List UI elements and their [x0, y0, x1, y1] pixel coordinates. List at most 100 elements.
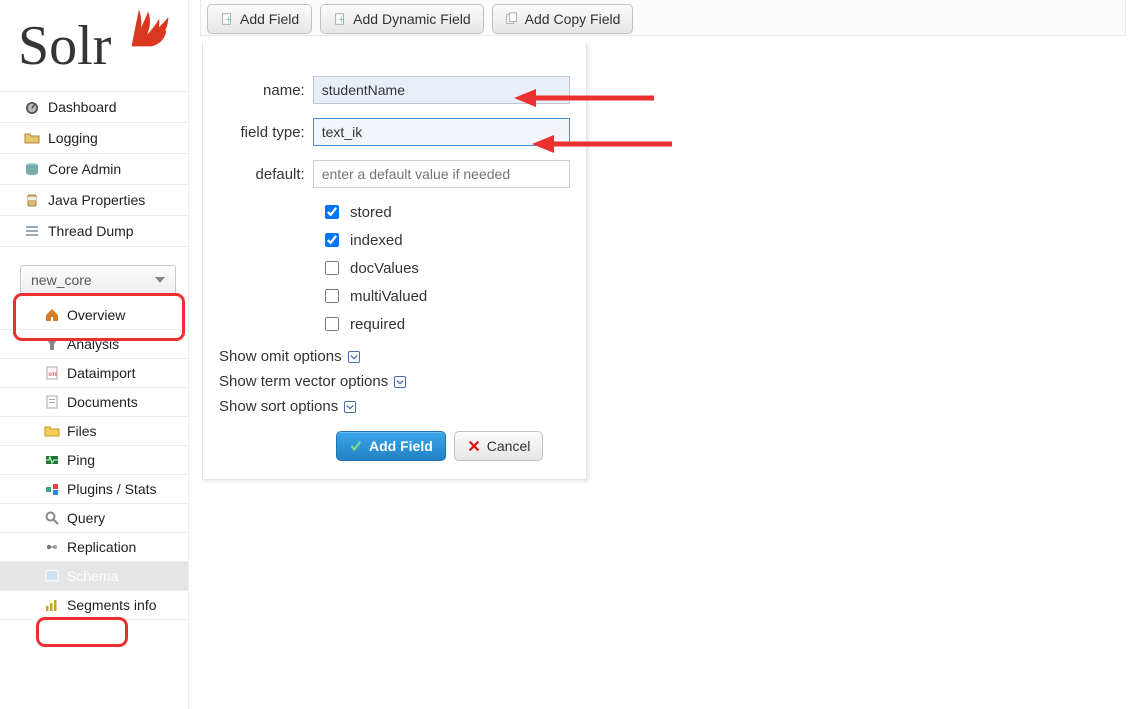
subnav-segments-info[interactable]: Segments info: [0, 591, 188, 620]
default-input[interactable]: [313, 160, 570, 188]
subnav-ping[interactable]: Ping: [0, 446, 188, 475]
subnav-schema[interactable]: Schema: [0, 562, 188, 591]
check-multivalued[interactable]: multiValued: [321, 286, 570, 306]
form-actions: Add Field Cancel: [336, 431, 570, 461]
check-required[interactable]: required: [321, 314, 570, 334]
svg-text:＋: ＋: [224, 16, 232, 25]
check-docvalues[interactable]: docValues: [321, 258, 570, 278]
add-field-panel: name: field type: default: stored indexe…: [202, 42, 587, 480]
button-label: Cancel: [487, 438, 531, 454]
subnav-label: Ping: [67, 452, 95, 468]
nav-logging[interactable]: Logging: [0, 123, 188, 154]
xml-icon: xml: [44, 365, 60, 381]
chevron-down-icon: [344, 401, 356, 413]
nav-core-admin[interactable]: Core Admin: [0, 154, 188, 185]
check-docvalues-box[interactable]: [325, 261, 339, 275]
book-icon: [44, 568, 60, 584]
nav-label: Dashboard: [48, 99, 117, 115]
subnav-label: Files: [67, 423, 97, 439]
nav-label: Thread Dump: [48, 223, 134, 239]
subnav-dataimport[interactable]: xml Dataimport: [0, 359, 188, 388]
doc-copy-icon: [505, 12, 519, 26]
solr-logo: Solr: [18, 12, 178, 77]
subnav-label: Analysis: [67, 336, 119, 352]
sidebar: Solr Dashboard Logging: [0, 0, 189, 709]
row-name: name:: [219, 76, 570, 104]
nav-label: Logging: [48, 130, 98, 146]
check-indexed[interactable]: indexed: [321, 230, 570, 250]
name-input[interactable]: [313, 76, 570, 104]
folder-open-icon: [44, 423, 60, 439]
check-stored-box[interactable]: [325, 205, 339, 219]
toggle-sort-options[interactable]: Show sort options: [219, 398, 570, 415]
subnav-label: Replication: [67, 539, 136, 555]
row-field-type: field type:: [219, 118, 570, 146]
button-label: Add Field: [240, 11, 299, 27]
gauge-icon: [24, 99, 40, 115]
plugin-icon: [44, 481, 60, 497]
toggle-omit-options[interactable]: Show omit options: [219, 348, 570, 365]
default-label: default:: [219, 166, 313, 183]
nav-core: Overview Analysis xml Dataimport Documen…: [0, 301, 188, 620]
svg-text:xml: xml: [48, 372, 57, 378]
nav-dashboard[interactable]: Dashboard: [0, 92, 188, 123]
nav-label: Java Properties: [48, 192, 145, 208]
jar-icon: [24, 192, 40, 208]
stack-icon: [24, 161, 40, 177]
svg-text:＋: ＋: [338, 16, 346, 25]
subnav-overview[interactable]: Overview: [0, 301, 188, 330]
core-selector[interactable]: new_core: [20, 265, 176, 295]
nav-thread-dump[interactable]: Thread Dump: [0, 216, 188, 247]
subnav-label: Overview: [67, 307, 125, 323]
subnav-label: Plugins / Stats: [67, 481, 157, 497]
doc-plus-icon: ＋: [333, 12, 347, 26]
subnav-documents[interactable]: Documents: [0, 388, 188, 417]
subnav-label: Segments info: [67, 597, 157, 613]
subnav-label: Dataimport: [67, 365, 135, 381]
chevron-down-icon: [394, 376, 406, 388]
subnav-query[interactable]: Query: [0, 504, 188, 533]
subnav-replication[interactable]: Replication: [0, 533, 188, 562]
subnav-plugins-stats[interactable]: Plugins / Stats: [0, 475, 188, 504]
sun-icon: [128, 6, 172, 50]
button-label: Add Copy Field: [525, 11, 621, 27]
search-icon: [44, 510, 60, 526]
check-multivalued-box[interactable]: [325, 289, 339, 303]
submit-add-field-button[interactable]: Add Field: [336, 431, 446, 461]
field-flags: stored indexed docValues multiValued req…: [321, 202, 570, 334]
core-selector-wrap: new_core: [20, 265, 180, 295]
check-stored[interactable]: stored: [321, 202, 570, 222]
nav-java-properties[interactable]: Java Properties: [0, 185, 188, 216]
field-type-label: field type:: [219, 124, 313, 141]
check-required-box[interactable]: [325, 317, 339, 331]
segments-icon: [44, 597, 60, 613]
row-default: default:: [219, 160, 570, 188]
funnel-icon: [44, 336, 60, 352]
subnav-label: Documents: [67, 394, 138, 410]
add-field-button[interactable]: ＋ Add Field: [207, 4, 312, 34]
replication-icon: [44, 539, 60, 555]
subnav-label: Query: [67, 510, 105, 526]
cancel-button[interactable]: Cancel: [454, 431, 544, 461]
x-icon: [467, 439, 481, 453]
subnav-files[interactable]: Files: [0, 417, 188, 446]
subnav-label: Schema: [67, 568, 118, 584]
subnav-analysis[interactable]: Analysis: [0, 330, 188, 359]
button-label: Add Field: [369, 438, 433, 454]
threads-icon: [24, 223, 40, 239]
add-dynamic-field-button[interactable]: ＋ Add Dynamic Field: [320, 4, 484, 34]
home-icon: [44, 307, 60, 323]
ping-icon: [44, 452, 60, 468]
toggle-term-vector-options[interactable]: Show term vector options: [219, 373, 570, 390]
folder-icon: [24, 130, 40, 146]
chevron-down-icon: [348, 351, 360, 363]
nav-label: Core Admin: [48, 161, 121, 177]
schema-toolbar: ＋ Add Field ＋ Add Dynamic Field Add Copy…: [200, 0, 1126, 36]
name-label: name:: [219, 82, 313, 99]
check-indexed-box[interactable]: [325, 233, 339, 247]
core-selector-value: new_core: [31, 272, 92, 288]
doc-icon: [44, 394, 60, 410]
field-type-input[interactable]: [313, 118, 570, 146]
add-copy-field-button[interactable]: Add Copy Field: [492, 4, 634, 34]
solr-logo-text: Solr: [18, 14, 111, 78]
